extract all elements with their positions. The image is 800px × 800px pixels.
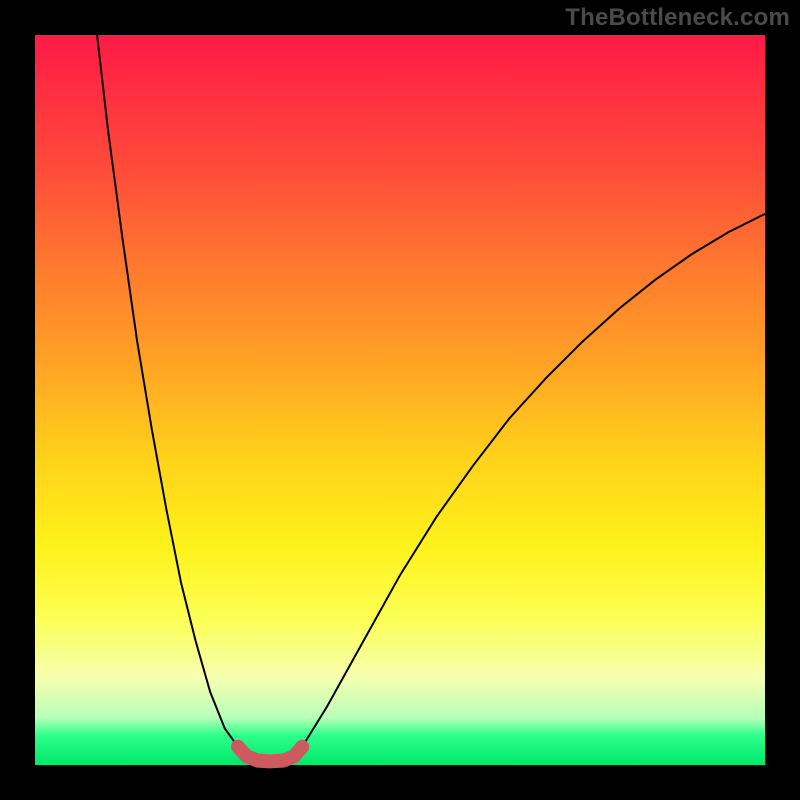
plot-area	[35, 35, 765, 765]
bottleneck-curve-right-path	[302, 214, 765, 747]
optimal-segment-path	[238, 747, 302, 762]
curve-svg	[35, 35, 765, 765]
bottleneck-curve-left-path	[97, 35, 238, 747]
chart-frame: TheBottleneck.com	[0, 0, 800, 800]
watermark-text: TheBottleneck.com	[565, 4, 790, 32]
